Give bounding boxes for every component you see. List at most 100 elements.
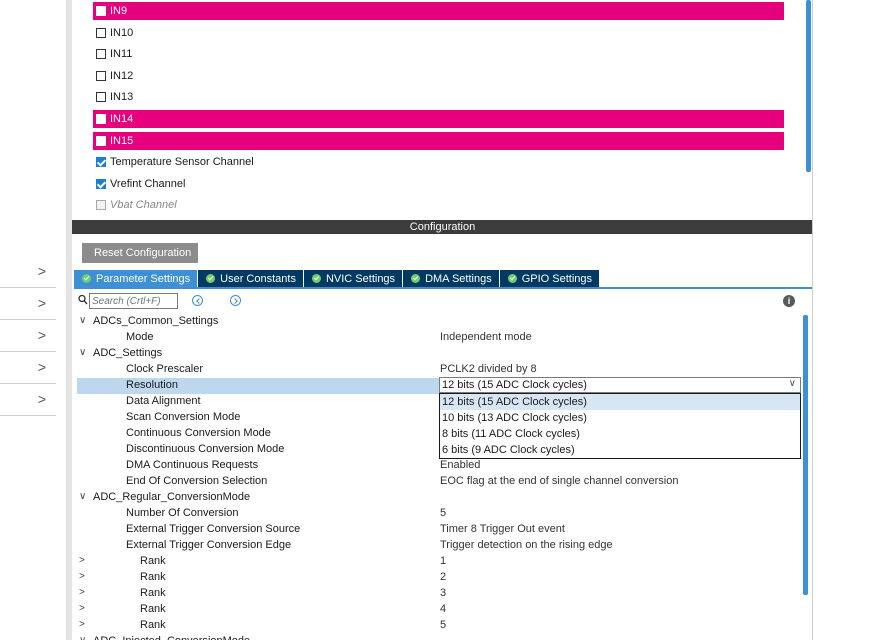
parameter-name: Data Alignment <box>126 395 201 407</box>
channel-checkbox[interactable] <box>96 28 106 38</box>
channel-checkbox[interactable] <box>96 136 106 146</box>
tab-label: NVIC Settings <box>325 272 396 285</box>
channel-item[interactable]: IN13 <box>93 88 784 106</box>
right-border <box>812 0 813 640</box>
channel-label: IN15 <box>110 135 134 147</box>
info-icon[interactable]: i <box>783 295 795 307</box>
chevron-right-icon[interactable]: > <box>79 555 85 566</box>
channel-checkbox[interactable] <box>96 114 106 124</box>
channel-label: Temperature Sensor Channel <box>110 156 254 168</box>
channel-list-scrollbar[interactable] <box>806 0 811 172</box>
left-category-row[interactable]: > <box>0 384 56 416</box>
chevron-down-icon[interactable]: ∨ <box>79 315 86 326</box>
channel-label: IN12 <box>110 70 134 82</box>
chevron-down-icon[interactable]: ∨ <box>79 491 86 502</box>
parameter-row[interactable]: DMA Continuous Requests Enabled <box>77 458 800 474</box>
search-previous-icon[interactable] <box>192 295 203 306</box>
parameter-row[interactable]: Number Of Conversion 5 <box>77 506 800 522</box>
tab-gpio-settings[interactable]: GPIO Settings <box>499 270 601 287</box>
channel-item[interactable]: IN12 <box>93 67 784 85</box>
reset-configuration-button[interactable]: Reset Configuration <box>82 243 198 263</box>
chevron-right-icon: > <box>37 327 46 343</box>
parameter-row[interactable]: > Rank 3 <box>77 586 800 602</box>
parameter-name: Continuous Conversion Mode <box>126 427 271 439</box>
chevron-right-icon: > <box>37 295 46 311</box>
check-circle-icon <box>82 274 91 283</box>
parameter-group[interactable]: ∨ ADC_Regular_ConversionMode <box>77 490 800 506</box>
resolution-select[interactable]: 12 bits (15 ADC Clock cycles) ∨ <box>439 377 801 393</box>
search-input[interactable] <box>89 293 178 309</box>
chevron-right-icon: > <box>37 263 46 279</box>
channel-checkbox[interactable] <box>96 157 106 167</box>
parameter-row[interactable]: External Trigger Conversion Source Timer … <box>77 522 800 538</box>
parameter-row[interactable]: Clock Prescaler PCLK2 divided by 8 <box>77 362 800 378</box>
parameter-value: PCLK2 divided by 8 <box>440 363 537 375</box>
parameter-group[interactable]: ∨ ADC_Settings <box>77 346 800 362</box>
parameter-name: Resolution <box>126 379 178 391</box>
parameter-row[interactable]: External Trigger Conversion Edge Trigger … <box>77 538 800 554</box>
resolution-select-value: 12 bits (15 ADC Clock cycles) <box>442 379 587 391</box>
channel-checkbox[interactable] <box>96 49 106 59</box>
stm32cubemx-adc-configuration: > > > > > IN9 IN10 IN11 IN12 IN13 IN14 IN15 Tempera… <box>0 0 884 640</box>
parameter-value: Independent mode <box>440 331 532 343</box>
tab-dma-settings[interactable]: DMA Settings <box>403 270 500 287</box>
parameter-value: Trigger detection on the rising edge <box>440 539 613 551</box>
resolution-dropdown: 12 bits (15 ADC Clock cycles) 10 bits (13… <box>439 393 801 459</box>
resolution-option[interactable]: 10 bits (13 ADC Clock cycles) <box>440 410 800 426</box>
search-icon <box>78 294 88 305</box>
panel-divider[interactable] <box>66 0 72 640</box>
parameter-row[interactable]: > Rank 5 <box>77 618 800 634</box>
resolution-option[interactable]: 6 bits (9 ADC Clock cycles) <box>440 442 800 458</box>
channel-item[interactable]: IN14 <box>93 110 784 128</box>
channel-label: IN13 <box>110 91 134 103</box>
channel-item[interactable]: Vrefint Channel <box>93 175 784 193</box>
resolution-option[interactable]: 12 bits (15 ADC Clock cycles) <box>440 394 800 410</box>
resolution-option[interactable]: 8 bits (11 ADC Clock cycles) <box>440 426 800 442</box>
left-category-row[interactable]: > <box>0 256 56 288</box>
tab-label: User Constants <box>220 272 296 285</box>
channel-item[interactable]: IN15 <box>93 132 784 150</box>
tab-label: DMA Settings <box>425 272 492 285</box>
channel-label: IN10 <box>110 27 134 39</box>
channel-item[interactable]: Temperature Sensor Channel <box>93 153 784 171</box>
chevron-down-icon[interactable]: ∨ <box>79 347 86 358</box>
channel-checkbox[interactable] <box>96 92 106 102</box>
tab-parameter-settings[interactable]: Parameter Settings <box>74 270 199 287</box>
parameter-row[interactable]: > Rank 4 <box>77 602 800 618</box>
check-circle-icon <box>311 274 321 283</box>
parameter-group[interactable]: ∨ ADC_Injected_ConversionMode <box>77 634 800 640</box>
chevron-right-icon[interactable]: > <box>79 603 85 614</box>
parameter-row[interactable]: > Rank 1 <box>77 554 800 570</box>
parameter-scrollbar[interactable] <box>803 315 808 595</box>
chevron-right-icon[interactable]: > <box>79 619 85 630</box>
tab-nvic-settings[interactable]: NVIC Settings <box>303 270 404 287</box>
tab-user-constants[interactable]: User Constants <box>198 270 304 287</box>
parameter-name: ADCs_Common_Settings <box>93 315 219 327</box>
search-next-icon[interactable] <box>230 295 241 306</box>
left-category-row[interactable]: > <box>0 320 56 352</box>
parameter-name: Scan Conversion Mode <box>126 411 241 423</box>
parameter-name: External Trigger Conversion Source <box>126 523 301 535</box>
chevron-right-icon[interactable]: > <box>79 587 85 598</box>
channel-checkbox[interactable] <box>96 6 106 16</box>
parameter-value: 3 <box>440 587 447 599</box>
channel-item[interactable]: IN10 <box>93 24 784 42</box>
check-circle-icon <box>206 274 216 283</box>
parameter-name: Clock Prescaler <box>126 363 204 375</box>
parameter-value: EOC flag at the end of single channel co… <box>440 475 679 487</box>
channel-item[interactable]: IN11 <box>93 45 784 63</box>
chevron-right-icon[interactable]: > <box>79 571 85 582</box>
channel-checkbox[interactable] <box>96 71 106 81</box>
chevron-down-icon[interactable]: ∨ <box>79 635 86 640</box>
channel-item[interactable]: Vbat Channel <box>93 196 784 214</box>
channel-checkbox[interactable] <box>96 179 106 189</box>
parameter-name: ADC_Settings <box>93 347 163 359</box>
parameter-group[interactable]: ∨ ADCs_Common_Settings <box>77 314 800 330</box>
left-category-row[interactable]: > <box>0 288 56 320</box>
left-category-row[interactable]: > <box>0 352 56 384</box>
parameter-row[interactable]: Mode Independent mode <box>77 330 800 346</box>
channel-item[interactable]: IN9 <box>93 2 784 20</box>
parameter-row[interactable]: > Rank 2 <box>77 570 800 586</box>
parameter-row[interactable]: End Of Conversion Selection EOC flag at t… <box>77 474 800 490</box>
channel-checkbox <box>96 200 106 210</box>
